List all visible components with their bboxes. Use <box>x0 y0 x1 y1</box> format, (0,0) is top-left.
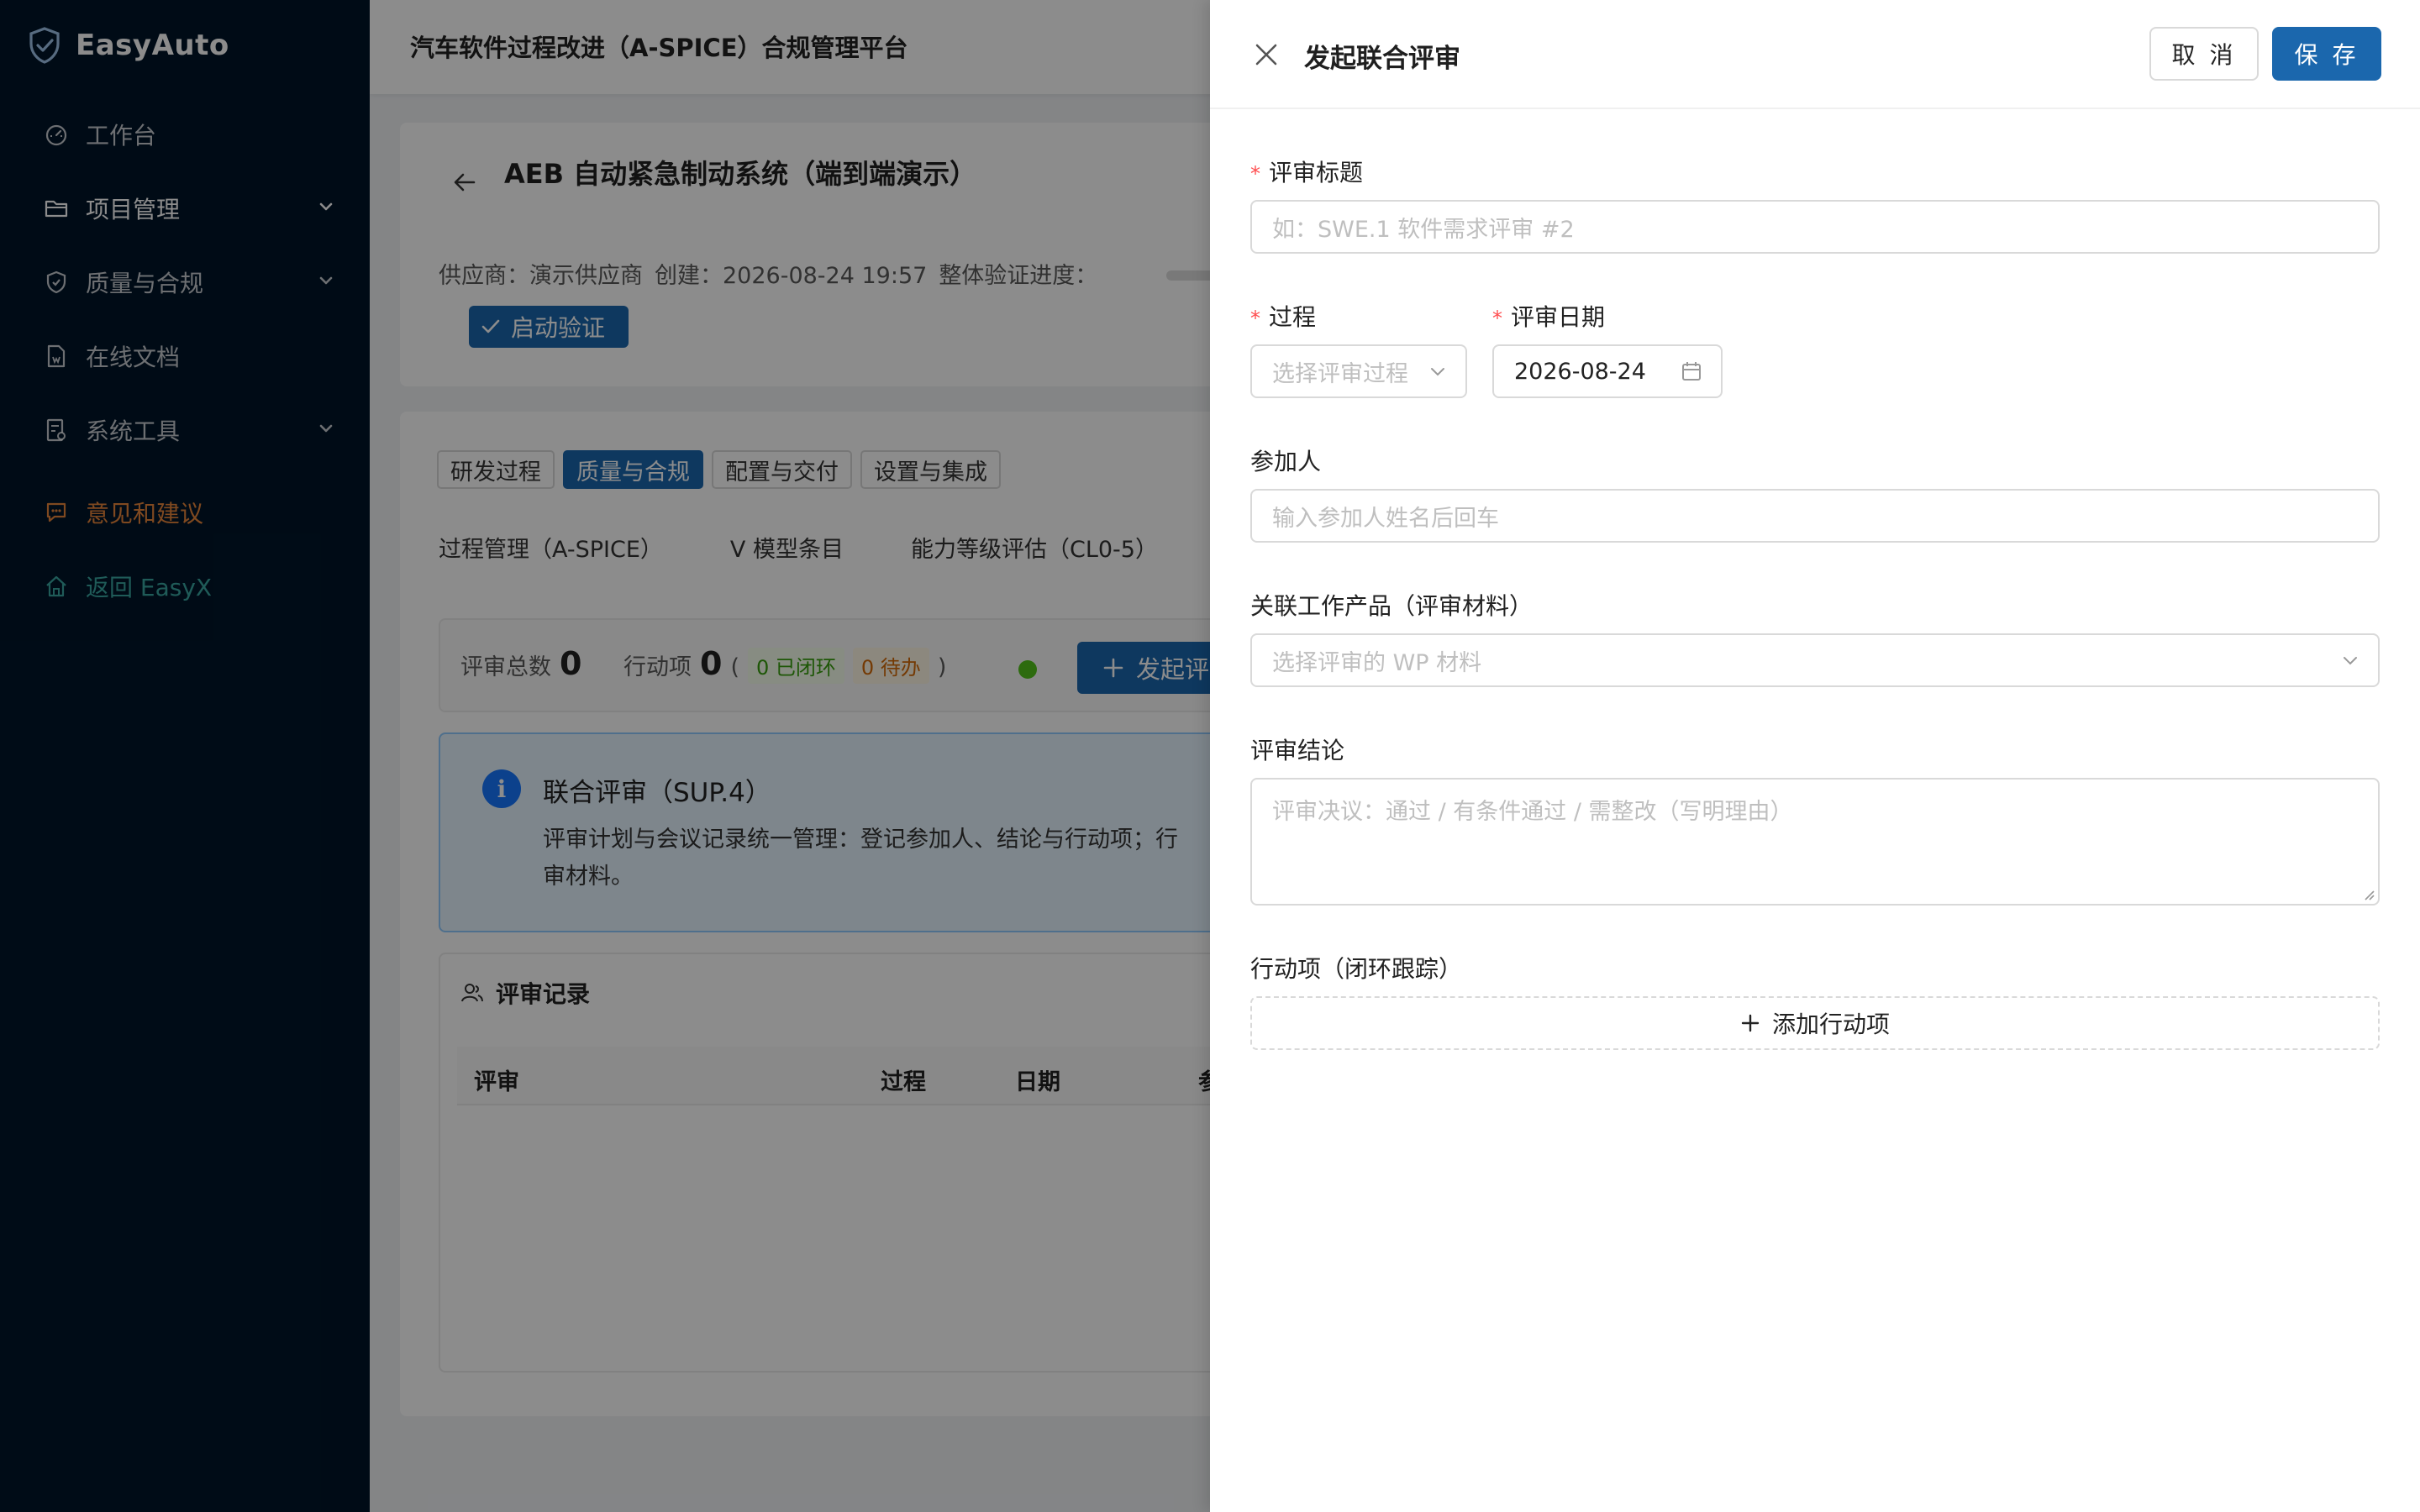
resize-handle-icon[interactable] <box>2361 887 2375 900</box>
save-button[interactable]: 保 存 <box>2272 27 2381 81</box>
work-products-select[interactable]: 选择评审的 WP 材料 <box>1250 633 2380 687</box>
required-mark: * <box>1492 307 1502 330</box>
review-date-label-text: 评审日期 <box>1511 303 1606 331</box>
participants-input[interactable]: 输入参加人姓名后回车 <box>1250 489 2380 543</box>
review-date-value: 2026-08-24 <box>1514 358 1646 385</box>
review-date-label: * 评审日期 <box>1492 299 1605 333</box>
review-date-picker[interactable]: 2026-08-24 <box>1492 344 1723 398</box>
review-title-placeholder: 如：SWE.1 软件需求评审 #2 <box>1272 216 1575 243</box>
add-action-item-button[interactable]: 添加行动项 <box>1250 996 2380 1050</box>
action-items-label: 行动项（闭环跟踪） <box>1250 955 1463 983</box>
work-products-label: 关联工作产品（评审材料） <box>1250 592 1534 620</box>
drawer-header: 发起联合评审 取 消 保 存 <box>1210 0 2420 109</box>
review-title-input[interactable]: 如：SWE.1 软件需求评审 #2 <box>1250 200 2380 254</box>
process-placeholder: 选择评审过程 <box>1272 360 1408 387</box>
process-label-text: 过程 <box>1269 303 1317 331</box>
required-mark: * <box>1250 162 1260 186</box>
plus-icon <box>1741 1014 1760 1032</box>
chevron-down-icon <box>2344 657 2357 665</box>
work-products-placeholder: 选择评审的 WP 材料 <box>1272 649 1482 676</box>
add-action-item-label: 添加行动项 <box>1771 1011 1890 1038</box>
review-drawer: 发起联合评审 取 消 保 存 * 评审标题 如：SWE.1 软件需求评审 #2 *… <box>1210 0 2420 1512</box>
conclusion-label: 评审结论 <box>1250 737 1345 764</box>
review-title-label-text: 评审标题 <box>1269 159 1364 186</box>
calendar-icon <box>1682 362 1701 381</box>
participants-label: 参加人 <box>1250 448 1322 475</box>
cancel-button[interactable]: 取 消 <box>2149 27 2259 81</box>
drawer-title: 发起联合评审 <box>1304 44 1460 74</box>
conclusion-placeholder: 评审决议：通过 / 有条件通过 / 需整改（写明理由） <box>1272 799 1793 825</box>
review-title-label: * 评审标题 <box>1250 155 1363 188</box>
conclusion-textarea[interactable]: 评审决议：通过 / 有条件通过 / 需整改（写明理由） <box>1250 778 2380 906</box>
required-mark: * <box>1250 307 1260 330</box>
close-icon[interactable] <box>1254 42 1279 67</box>
process-select[interactable]: 选择评审过程 <box>1250 344 1467 398</box>
chevron-down-icon <box>1431 368 1444 376</box>
participants-placeholder: 输入参加人姓名后回车 <box>1272 505 1499 532</box>
process-label: * 过程 <box>1250 299 1316 333</box>
